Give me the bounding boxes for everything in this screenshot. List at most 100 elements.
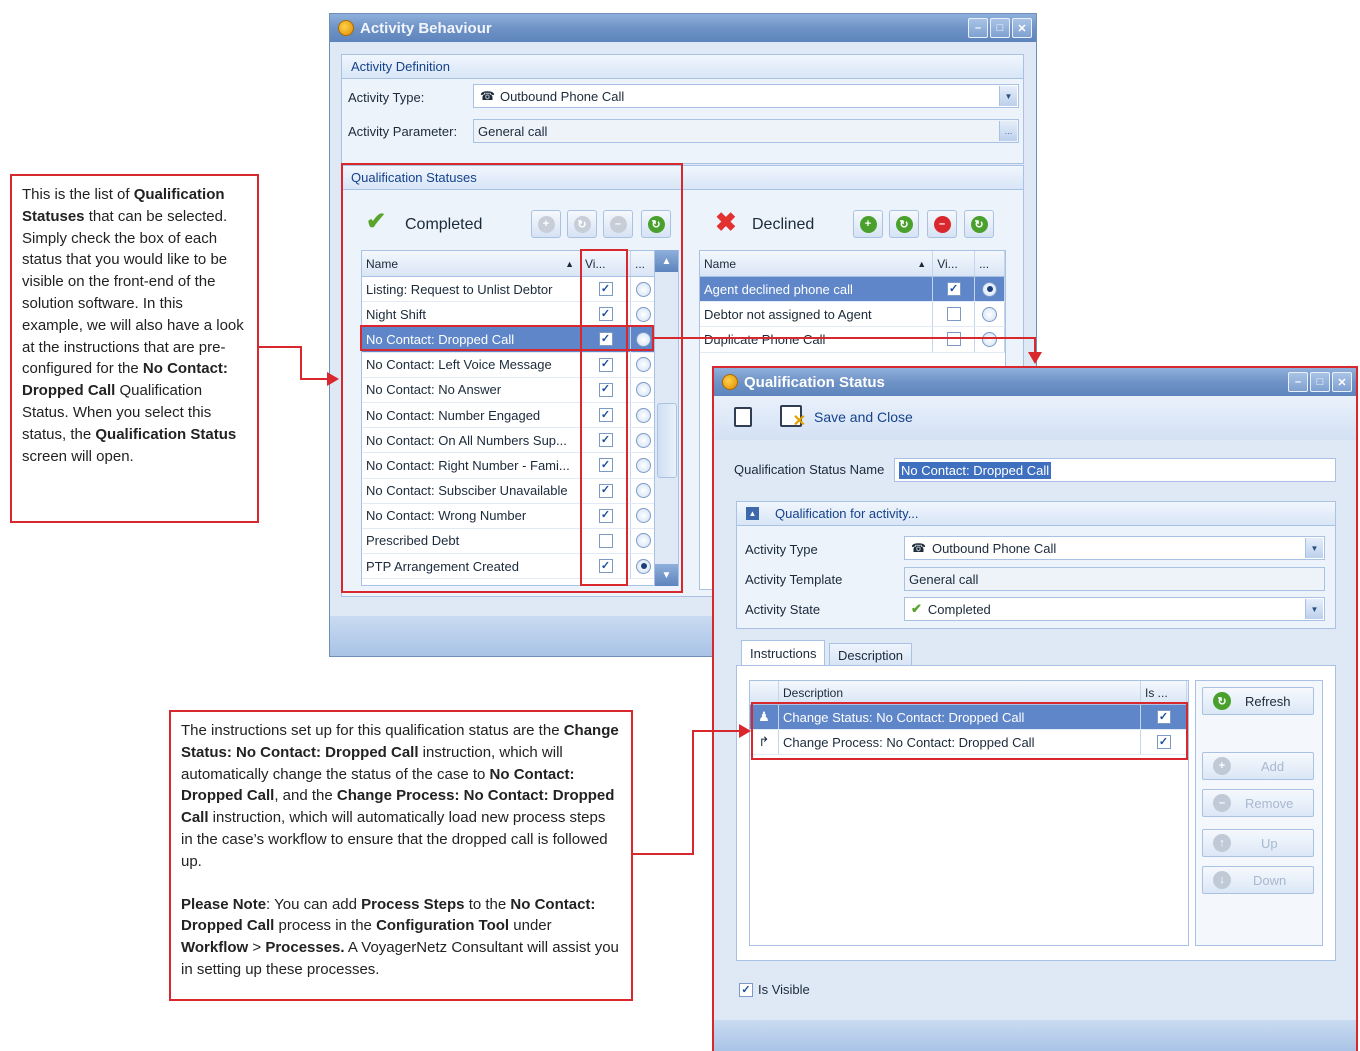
- close-icon[interactable]: ✕: [1012, 18, 1032, 38]
- tab-description[interactable]: Description: [829, 643, 913, 667]
- activity-type-select[interactable]: ☎ Outbound Phone Call ▼: [904, 536, 1325, 560]
- window-title: Qualification Status: [744, 373, 885, 391]
- chevron-down-icon[interactable]: ▼: [1305, 599, 1323, 619]
- arrow-up-icon: ↑: [1213, 834, 1231, 852]
- default-radio[interactable]: [982, 281, 998, 297]
- connector-bottom: [692, 730, 740, 732]
- col-visible-header[interactable]: Vi...: [933, 251, 976, 276]
- activity-type-value: Outbound Phone Call: [499, 88, 625, 104]
- chevron-down-icon[interactable]: ▼: [999, 86, 1017, 106]
- plus-icon: +: [1213, 757, 1231, 775]
- minimize-icon[interactable]: –: [1288, 372, 1308, 392]
- connector-dropped-call: [654, 337, 1035, 339]
- add-button[interactable]: + Add: [1202, 752, 1314, 780]
- maximize-icon[interactable]: □: [990, 18, 1010, 38]
- close-icon[interactable]: ✕: [1332, 372, 1352, 392]
- qualification-status-name-input[interactable]: No Contact: Dropped Call: [894, 458, 1336, 482]
- activity-behaviour-titlebar[interactable]: Activity Behaviour – □ ✕: [330, 14, 1036, 42]
- maximize-icon[interactable]: □: [1310, 372, 1330, 392]
- row-indicator-header: [750, 681, 779, 704]
- callout-bold: Processes.: [265, 939, 345, 957]
- callout-text: This is the list of: [22, 186, 134, 203]
- row-visible-cell: [933, 327, 976, 352]
- down-button[interactable]: ↓ Down: [1202, 866, 1314, 894]
- refresh-declined-button[interactable]: ↻: [889, 210, 919, 238]
- collapse-icon[interactable]: ▲: [746, 507, 759, 520]
- callout-bold: Qualification Status: [95, 425, 237, 443]
- connector-left: [259, 346, 301, 348]
- down-label: Down: [1253, 872, 1287, 888]
- activity-type-select[interactable]: ☎ Outbound Phone Call ▼: [473, 84, 1019, 108]
- connector-left: [300, 378, 328, 380]
- activity-state-value: Completed: [927, 601, 991, 617]
- table-row[interactable]: Agent declined phone call: [700, 277, 1005, 303]
- ellipsis-icon[interactable]: …: [999, 121, 1017, 141]
- is-visible-label: Is Visible: [758, 982, 810, 997]
- row-name: Duplicate Phone Call: [700, 327, 934, 352]
- default-radio[interactable]: [982, 331, 998, 347]
- col-name-header[interactable]: Name ▲: [700, 251, 934, 276]
- tab-instructions[interactable]: Instructions: [741, 640, 826, 666]
- remove-button[interactable]: – Remove: [1202, 789, 1314, 817]
- activity-template-field[interactable]: General call: [904, 567, 1325, 591]
- save-and-close-button[interactable]: Save and Close: [814, 409, 913, 425]
- activity-parameter-field[interactable]: General call …: [473, 119, 1019, 143]
- qualification-for-activity-header[interactable]: ▲ Qualification for activity...: [737, 502, 1335, 526]
- highlight-qualification-list: [341, 163, 683, 593]
- up-button[interactable]: ↑ Up: [1202, 829, 1314, 857]
- reload-declined-button[interactable]: ↻: [964, 210, 994, 238]
- reload-icon: ↻: [970, 215, 988, 233]
- qualification-status-name-value: No Contact: Dropped Call: [899, 461, 1052, 479]
- callout-text: process in the: [274, 917, 377, 935]
- minus-icon: –: [933, 215, 951, 233]
- connector-left: [300, 346, 302, 379]
- check-icon: ✔: [911, 601, 922, 616]
- callout-text: : You can add: [266, 895, 362, 913]
- callout-bold: Please Note: [181, 895, 267, 913]
- row-visible-cell: [933, 277, 976, 302]
- col-is-header[interactable]: Is ...: [1141, 681, 1187, 704]
- is-visible-checkbox[interactable]: [739, 983, 753, 997]
- phone-icon: ☎: [480, 89, 495, 103]
- activity-type-label: Activity Type: [745, 542, 818, 557]
- activity-definition-header: Activity Definition: [342, 55, 1023, 79]
- visible-checkbox[interactable]: [946, 332, 961, 347]
- callout-text: The instructions set up for this qualifi…: [181, 722, 564, 739]
- col-more-header[interactable]: ...: [975, 251, 1005, 276]
- phone-icon: ☎: [911, 541, 926, 555]
- save-icon[interactable]: [734, 407, 752, 427]
- refresh-icon: ↻: [1213, 692, 1231, 710]
- table-row[interactable]: Debtor not assigned to Agent: [700, 302, 1005, 328]
- table-row[interactable]: Duplicate Phone Call: [700, 327, 1005, 353]
- highlight-dropped-call-row: [360, 325, 654, 351]
- declined-label: Declined: [752, 216, 815, 233]
- sort-asc-icon: ▲: [917, 258, 927, 269]
- col-description-header[interactable]: Description: [779, 681, 1141, 704]
- arrow-right-icon: [327, 372, 339, 386]
- chevron-down-icon[interactable]: ▼: [1305, 538, 1323, 558]
- callout-bold: Workflow: [181, 939, 249, 957]
- default-radio[interactable]: [982, 306, 998, 322]
- add-declined-button[interactable]: +: [853, 210, 883, 238]
- visible-checkbox[interactable]: [946, 307, 961, 322]
- minimize-icon[interactable]: –: [968, 18, 988, 38]
- qualification-status-titlebar[interactable]: Qualification Status – □ ✕: [714, 368, 1356, 396]
- refresh-label: Refresh: [1245, 693, 1291, 709]
- save-close-icon[interactable]: ✕: [780, 405, 806, 430]
- declined-grid-body: Agent declined phone callDebtor not assi…: [700, 277, 1005, 353]
- connector-bottom: [692, 730, 694, 855]
- remove-declined-button[interactable]: –: [927, 210, 957, 238]
- callout-text: under: [509, 917, 552, 935]
- qs-status-bar: [714, 1020, 1356, 1051]
- connector-bottom: [633, 853, 693, 855]
- col-name-label: Name: [704, 256, 737, 271]
- callout-text: screen will open.: [22, 447, 134, 465]
- minus-icon: –: [1213, 794, 1231, 812]
- visible-checkbox[interactable]: [946, 282, 961, 297]
- row-name: Agent declined phone call: [700, 277, 934, 302]
- activity-template-label: Activity Template: [745, 572, 843, 587]
- refresh-button[interactable]: ↻ Refresh: [1202, 687, 1314, 715]
- highlight-instructions: [751, 702, 1188, 760]
- callout-text: instruction, which will automatically lo…: [181, 809, 608, 870]
- activity-state-select[interactable]: ✔ Completed ▼: [904, 597, 1325, 621]
